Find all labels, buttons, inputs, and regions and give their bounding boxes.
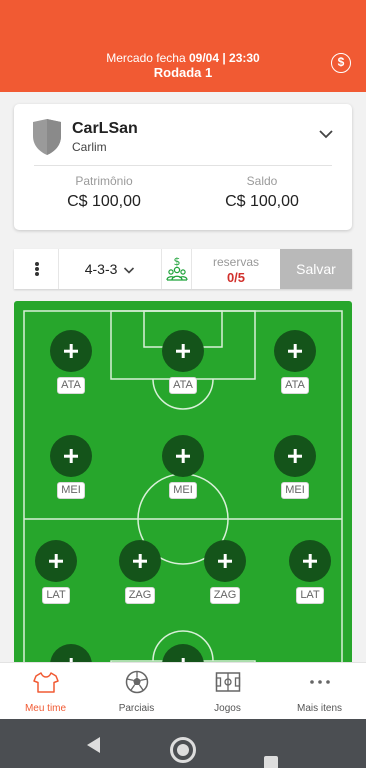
more-icon bbox=[309, 680, 330, 684]
team-card[interactable]: CarLSan Carlim Patrimônio C$ 100,00 Sald… bbox=[14, 104, 352, 230]
saldo-label: Saldo bbox=[246, 174, 278, 188]
nav-mais-itens[interactable]: Mais itens bbox=[274, 663, 365, 720]
position-label: ZAG bbox=[209, 587, 241, 604]
patrimonio-stat: Patrimônio C$ 100,00 bbox=[34, 174, 174, 211]
player-slot-lat[interactable]: LAT bbox=[26, 540, 86, 604]
player-slot-ata[interactable]: ATA bbox=[153, 330, 213, 394]
player-slot-ata[interactable]: ATA bbox=[265, 330, 325, 394]
chevron-down-icon[interactable] bbox=[318, 128, 334, 140]
player-slot-mei[interactable]: MEI bbox=[265, 435, 325, 499]
add-player-icon[interactable] bbox=[162, 435, 204, 477]
team-shield-icon bbox=[33, 119, 61, 155]
market-status: Mercado fecha 09/04 | 23:30 bbox=[0, 51, 366, 65]
player-slot-zag[interactable]: ZAG bbox=[195, 540, 255, 604]
money-people-icon: $ bbox=[166, 255, 188, 281]
market-status-label: Mercado fecha bbox=[106, 51, 186, 65]
nav-label: Jogos bbox=[214, 703, 241, 714]
saldo-value: C$ 100,00 bbox=[225, 193, 299, 210]
nav-label: Mais itens bbox=[296, 703, 342, 714]
nav-label: Meu time bbox=[24, 703, 67, 714]
position-label: MEI bbox=[281, 482, 309, 499]
ball-icon bbox=[125, 670, 148, 694]
add-player-icon[interactable] bbox=[162, 330, 204, 372]
player-slot-ata[interactable]: ATA bbox=[41, 330, 101, 394]
add-player-icon[interactable] bbox=[119, 540, 161, 582]
divider bbox=[34, 165, 332, 166]
position-label: MEI bbox=[57, 482, 85, 499]
player-slot-zag[interactable]: ZAG bbox=[110, 540, 170, 604]
recent-apps-icon[interactable] bbox=[264, 756, 278, 768]
coin-icon[interactable]: $ bbox=[331, 53, 351, 73]
pitch-icon bbox=[215, 672, 240, 692]
nav-parciais[interactable]: Parciais bbox=[91, 663, 182, 720]
lineup-toolbar: 4-3-3 $ reservas 0/5 Salvar bbox=[14, 249, 352, 289]
more-options-icon[interactable] bbox=[14, 249, 59, 289]
reserves-count: 0/5 bbox=[226, 270, 246, 285]
add-player-icon[interactable] bbox=[50, 435, 92, 477]
position-label: LAT bbox=[296, 587, 324, 604]
position-label: LAT bbox=[42, 587, 70, 604]
svg-text:$: $ bbox=[174, 255, 181, 268]
home-icon[interactable] bbox=[170, 737, 196, 763]
save-button[interactable]: Salvar bbox=[280, 249, 352, 289]
back-icon[interactable] bbox=[86, 736, 102, 754]
position-label: ATA bbox=[57, 377, 85, 394]
nav-jogos[interactable]: Jogos bbox=[182, 663, 273, 720]
round-title: Rodada 1 bbox=[153, 65, 213, 80]
patrimonio-value: C$ 100,00 bbox=[67, 193, 141, 210]
add-player-icon[interactable] bbox=[274, 330, 316, 372]
reserves-button[interactable]: reservas 0/5 bbox=[192, 249, 280, 289]
add-player-icon[interactable] bbox=[274, 435, 316, 477]
team-name: CarLSan bbox=[72, 120, 138, 137]
nav-label: Parciais bbox=[118, 703, 155, 714]
add-player-icon[interactable] bbox=[289, 540, 331, 582]
reserves-label: reservas bbox=[212, 255, 259, 269]
chevron-down-icon bbox=[124, 267, 135, 274]
player-slot-lat[interactable]: LAT bbox=[280, 540, 340, 604]
position-label: ZAG bbox=[124, 587, 156, 604]
owner-name: Carlim bbox=[72, 140, 107, 154]
top-header: Mercado fecha 09/04 | 23:30 Rodada 1 $ bbox=[0, 0, 366, 92]
formation-select[interactable]: 4-3-3 bbox=[59, 249, 162, 289]
shirt-icon bbox=[32, 672, 59, 693]
add-player-icon[interactable] bbox=[50, 330, 92, 372]
bottom-navigation: Meu time Parciais Jogos Mais itens bbox=[0, 662, 366, 719]
player-slot-mei[interactable]: MEI bbox=[41, 435, 101, 499]
add-player-icon[interactable] bbox=[204, 540, 246, 582]
market-close-date: 09/04 | 23:30 bbox=[188, 51, 260, 65]
add-player-icon[interactable] bbox=[35, 540, 77, 582]
patrimonio-label: Patrimônio bbox=[75, 174, 133, 188]
system-navigation-bar bbox=[0, 719, 366, 768]
position-label: ATA bbox=[281, 377, 309, 394]
nav-meu-time[interactable]: Meu time bbox=[0, 663, 91, 720]
buy-players-icon[interactable]: $ bbox=[162, 249, 192, 289]
player-slot-mei[interactable]: MEI bbox=[153, 435, 213, 499]
saldo-stat: Saldo C$ 100,00 bbox=[192, 174, 332, 211]
soccer-field: ATA ATA ATA MEI MEI MEI LAT ZAG ZAG LAT bbox=[14, 301, 352, 701]
formation-value: 4-3-3 bbox=[84, 261, 118, 277]
position-label: MEI bbox=[169, 482, 197, 499]
position-label: ATA bbox=[169, 377, 197, 394]
